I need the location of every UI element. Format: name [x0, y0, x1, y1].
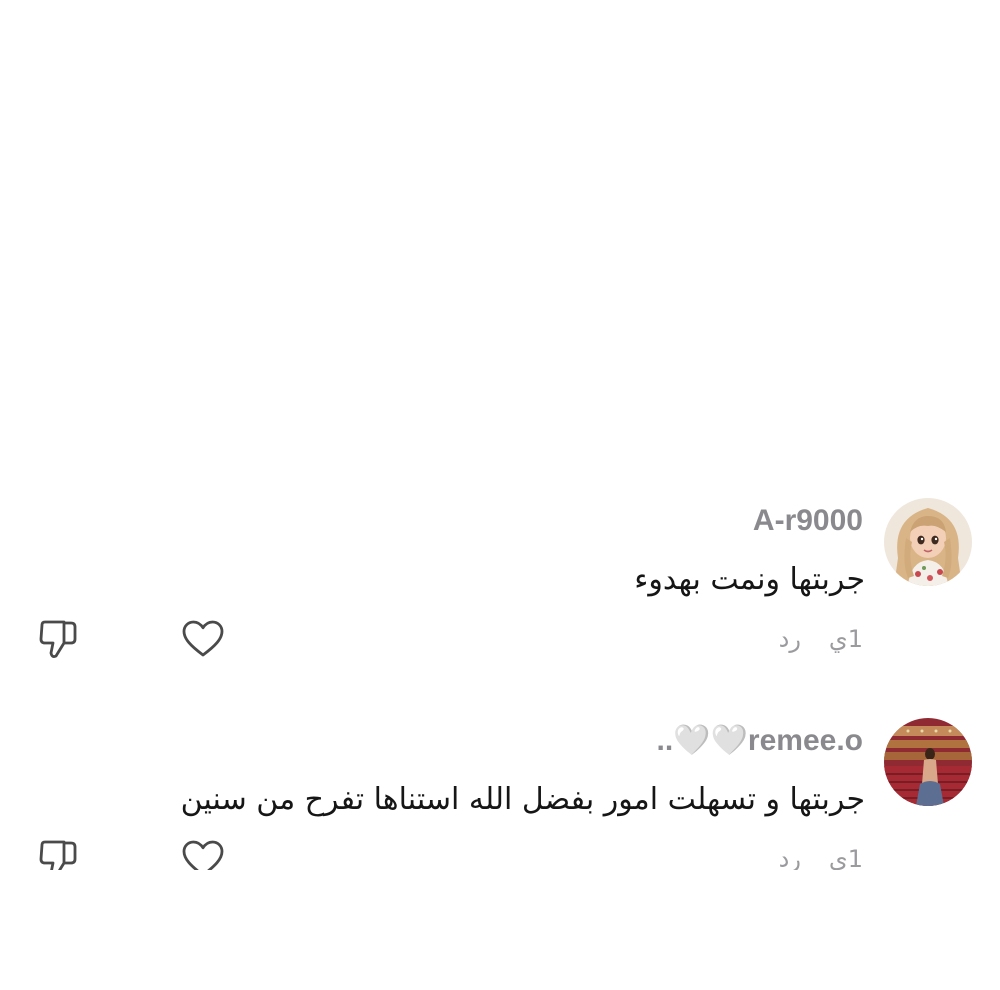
username[interactable]: ..🤍🤍remee.o: [657, 724, 863, 758]
comment-meta: 1ي رد: [779, 624, 863, 654]
comment-text: جربتها ونمت بهدوء: [634, 562, 865, 597]
comment-meta: 1ي رد: [779, 844, 863, 870]
avatar-theater-stage-icon: [884, 718, 972, 806]
dislike-button[interactable]: [34, 836, 82, 870]
heart-outline-icon: [182, 840, 224, 870]
comment-item: A-r9000 جربتها ونمت بهدوء 1ي رد: [0, 490, 1000, 690]
reply-button[interactable]: رد: [779, 844, 801, 870]
dislike-button[interactable]: [34, 616, 82, 662]
comment-item: ..🤍🤍remee.o جربتها و تسهلت امور بفضل الل…: [0, 710, 1000, 870]
comment-text: جربتها و تسهلت امور بفضل الله استناها تف…: [180, 782, 865, 817]
heart-outline-icon: [182, 620, 224, 657]
reply-button[interactable]: رد: [779, 624, 801, 654]
comment-time: 1ي: [828, 625, 863, 653]
avatar-cartoon-girl-icon: [884, 498, 972, 586]
user-avatar[interactable]: [884, 718, 972, 806]
username[interactable]: A-r9000: [753, 504, 863, 538]
comment-list: A-r9000 جربتها ونمت بهدوء 1ي رد ..🤍🤍reme…: [0, 0, 1000, 870]
like-button[interactable]: [180, 838, 226, 870]
like-button[interactable]: [180, 618, 226, 660]
comment-time: 1ي: [828, 845, 863, 870]
user-avatar[interactable]: [884, 498, 972, 586]
thumbs-down-outline-icon: [39, 840, 77, 870]
thumbs-down-outline-icon: [39, 620, 77, 658]
